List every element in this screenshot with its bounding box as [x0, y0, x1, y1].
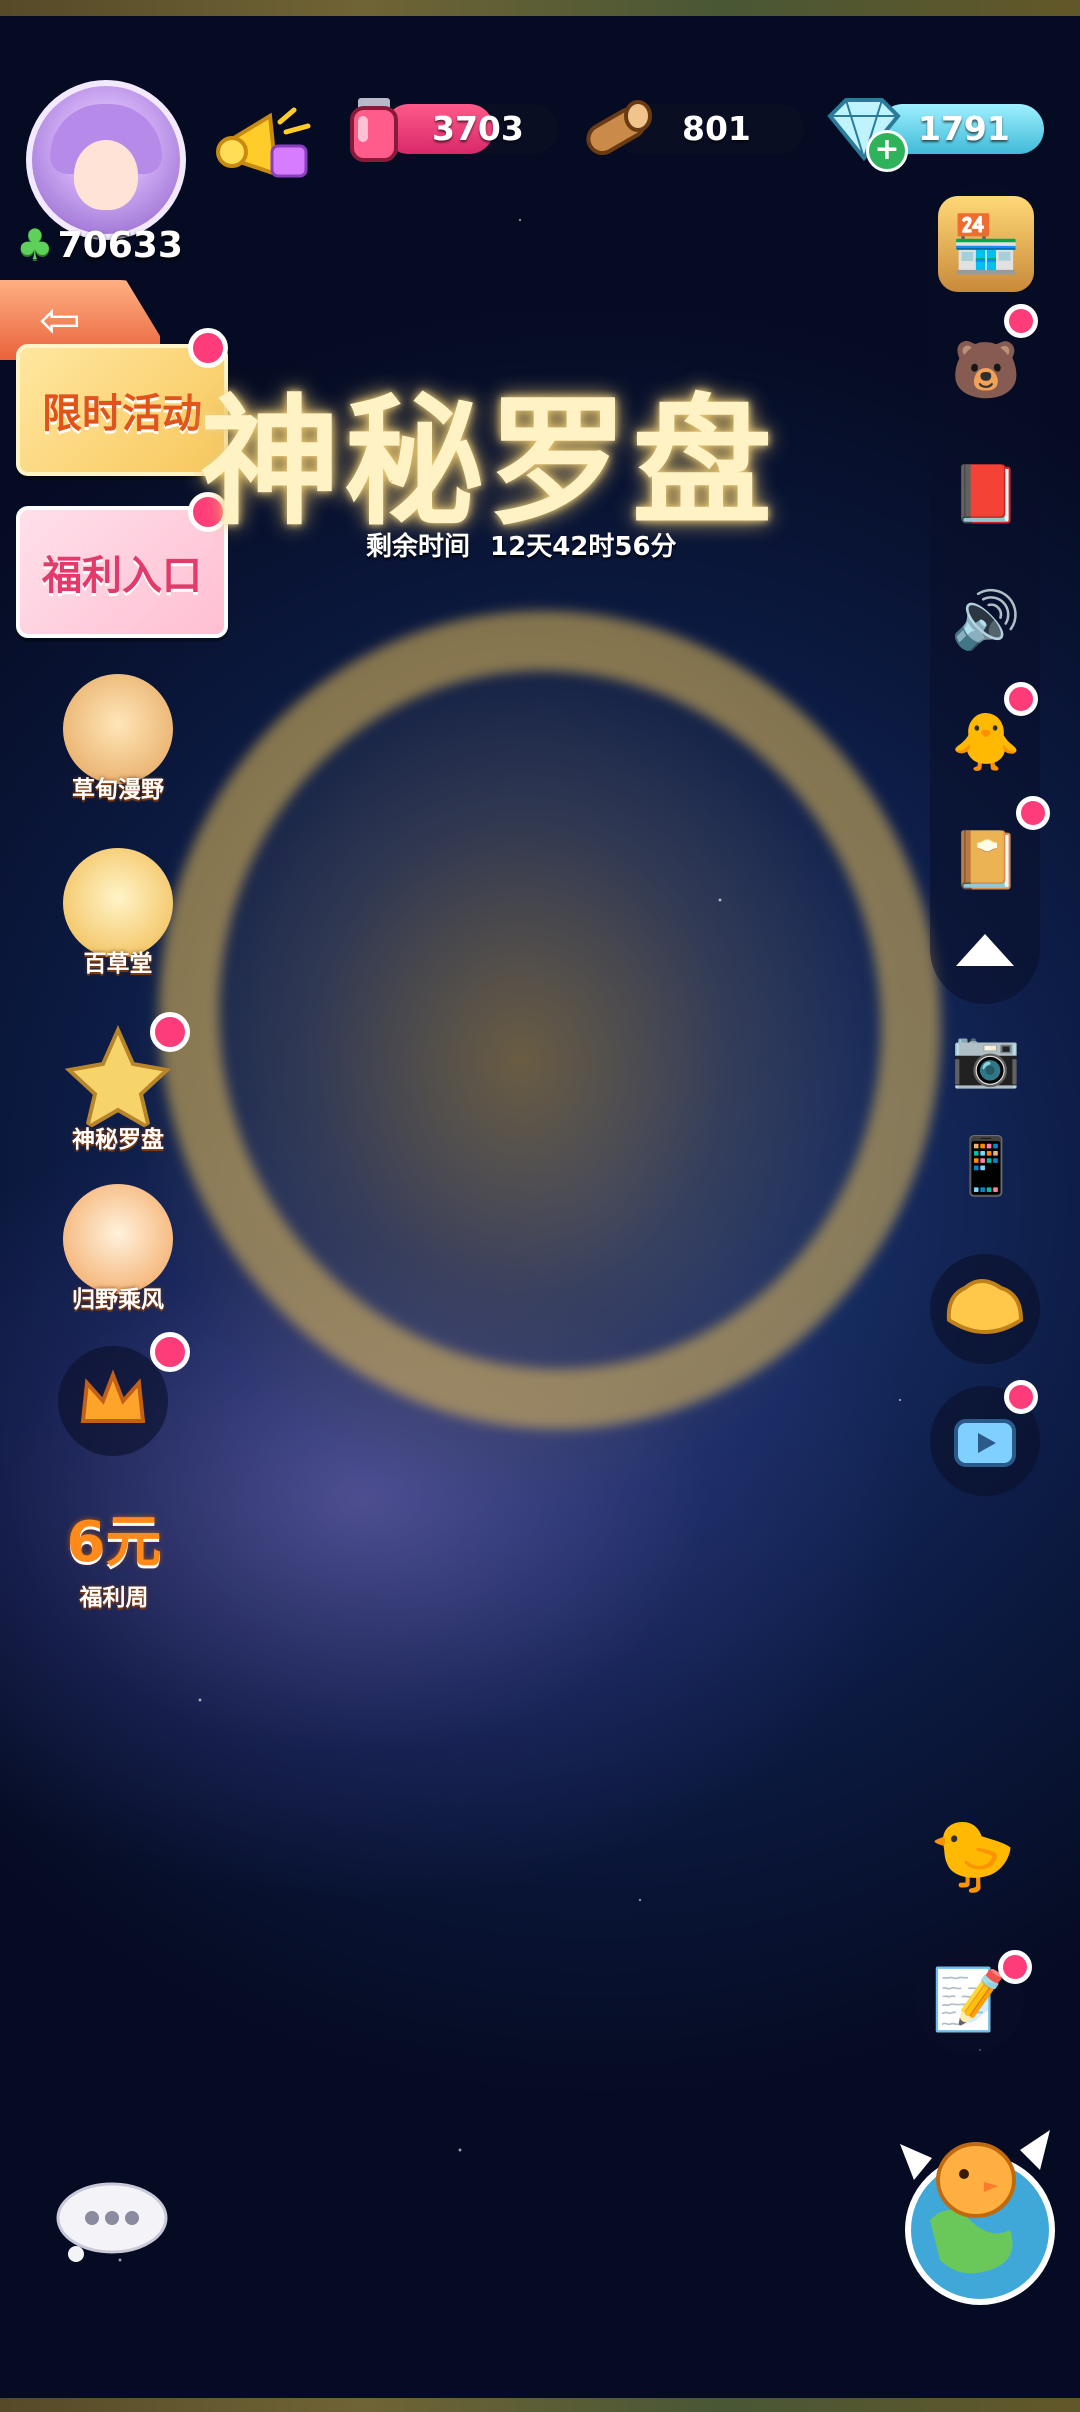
- tv-play-icon: [954, 1419, 1016, 1467]
- world-globe-chick-button[interactable]: [880, 2110, 1060, 2310]
- event-welfare-week[interactable]: 6元 福利周: [44, 1482, 184, 1612]
- letter-pencil-icon: 📝: [931, 1964, 1007, 2035]
- timer-value: 12天42时56分: [490, 532, 677, 562]
- event-return-wind-label: 归野乘风: [72, 1287, 164, 1313]
- meadow-bunny-icon: [63, 674, 173, 784]
- avatar-face: [74, 140, 138, 210]
- shop-stall-icon[interactable]: 🏪: [938, 196, 1034, 292]
- friends-notification-dot: [1004, 304, 1038, 338]
- event-meadow-label: 草甸漫野: [72, 777, 164, 803]
- back-arrow-icon: ⇦: [39, 291, 81, 349]
- music-speaker-icon[interactable]: 🔊: [938, 572, 1034, 668]
- butter-pastry-icon: [946, 1279, 1024, 1334]
- orange-crown-icon: [80, 1369, 146, 1423]
- event-return-wind[interactable]: 归野乘风: [48, 1184, 188, 1314]
- gem-value: 1791: [918, 109, 1010, 148]
- bottom-border-strip: [0, 2398, 1080, 2412]
- event-welfare-week-label: 福利周: [79, 1585, 149, 1611]
- tv-notification-dot: [1004, 1380, 1038, 1414]
- six-yuan-badge: 6元: [66, 1509, 162, 1575]
- potion-value: 3703: [432, 109, 524, 148]
- welfare-label: 福利入口: [42, 553, 202, 599]
- event-title: 神秘罗盘: [200, 381, 777, 545]
- butter-tart-button[interactable]: [930, 1254, 1040, 1364]
- event-gift-crown[interactable]: [58, 1346, 168, 1456]
- wood-value: 801: [682, 109, 751, 148]
- journal-book-icon[interactable]: 📔: [938, 812, 1034, 908]
- clover-count: 70633: [57, 224, 183, 266]
- event-herb-hall[interactable]: 百草堂: [48, 848, 188, 978]
- player-avatar[interactable]: [26, 80, 186, 240]
- wood-log-icon: [586, 100, 652, 155]
- gift-crown-notification-dot: [150, 1332, 190, 1372]
- timer-label: 剩余时间: [366, 532, 471, 562]
- chick-notification-dot: [1004, 682, 1038, 716]
- compass-notification-dot: [150, 1012, 190, 1052]
- add-gem-button[interactable]: +: [866, 130, 908, 172]
- clover-counter: ♣ 70633: [16, 222, 183, 268]
- return-wind-sheep-icon: [63, 1184, 173, 1294]
- herb-hall-fox-icon: [63, 848, 173, 958]
- chick-love-icon[interactable]: 🐤: [918, 1800, 1028, 1910]
- compass-ring-glow: [83, 537, 1017, 1503]
- top-border-strip: [0, 0, 1080, 16]
- camera-icon[interactable]: 📷: [938, 1010, 1034, 1106]
- chick-phone-icon[interactable]: 📱: [938, 1118, 1034, 1214]
- cards-book-icon[interactable]: 📕: [938, 446, 1034, 542]
- journal-notification-dot: [1016, 796, 1050, 830]
- letter-notification-dot: [998, 1950, 1032, 1984]
- clover-icon: ♣: [16, 220, 54, 269]
- limited-event-label: 限时活动: [42, 391, 202, 437]
- event-timer: 剩余时间 12天42时56分: [366, 526, 677, 563]
- event-herb-hall-label: 百草堂: [83, 951, 153, 977]
- potion-jar-icon: [350, 98, 398, 162]
- chat-bubble-icon[interactable]: [46, 2170, 176, 2270]
- collapse-menu-arrow-icon[interactable]: [950, 926, 1020, 972]
- event-mystic-compass-label: 神秘罗盘: [72, 1127, 164, 1153]
- announcement-megaphone-icon[interactable]: [210, 100, 320, 190]
- event-meadow[interactable]: 草甸漫野: [48, 674, 188, 804]
